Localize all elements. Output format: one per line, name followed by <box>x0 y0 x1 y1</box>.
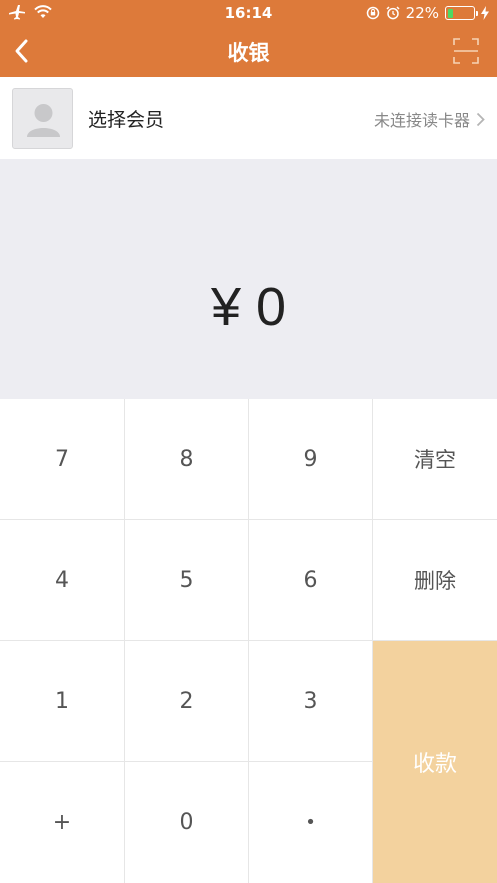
chevron-right-icon <box>476 112 485 126</box>
key-1[interactable]: 1 <box>0 641 125 762</box>
alarm-icon <box>386 6 400 20</box>
status-bar: 16:14 22% <box>0 0 497 26</box>
key-8[interactable]: 8 <box>125 399 249 520</box>
charging-bolt-icon <box>481 6 489 20</box>
collect-payment-button[interactable]: 收款 <box>373 641 497 883</box>
battery-percent: 22% <box>405 4 439 22</box>
key-7[interactable]: 7 <box>0 399 125 520</box>
select-member-label: 选择会员 <box>88 109 165 131</box>
key-9[interactable]: 9 <box>249 399 373 520</box>
user-placeholder-icon <box>27 104 60 137</box>
key-6[interactable]: 6 <box>249 520 373 641</box>
page-title: 收银 <box>227 41 270 65</box>
key-plus[interactable]: + <box>0 762 125 883</box>
key-5[interactable]: 5 <box>125 520 249 641</box>
card-reader-status-text: 未连接读卡器 <box>373 111 470 130</box>
amount-value: ¥ 0 <box>210 277 287 337</box>
key-0[interactable]: 0 <box>125 762 249 883</box>
header: 16:14 22% 收银 <box>0 0 497 77</box>
keypad: 7 8 9 清空 4 5 6 删除 1 2 3 + 0 • 收款 <box>0 399 497 883</box>
scan-icon[interactable] <box>453 38 479 64</box>
rotation-lock-icon <box>366 6 379 20</box>
battery-icon <box>445 6 478 20</box>
key-4[interactable]: 4 <box>0 520 125 641</box>
clear-button[interactable]: 清空 <box>373 399 497 520</box>
card-reader-status[interactable]: 未连接读卡器 <box>374 107 485 131</box>
delete-button[interactable]: 删除 <box>373 520 497 641</box>
select-member-row[interactable]: 选择会员 未连接读卡器 <box>0 77 497 159</box>
amount-display-area: ¥ 0 <box>0 159 497 399</box>
key-2[interactable]: 2 <box>125 641 249 762</box>
nav-bar: 收银 <box>0 26 497 77</box>
avatar <box>12 88 73 149</box>
key-3[interactable]: 3 <box>249 641 373 762</box>
key-dot[interactable]: • <box>249 762 373 883</box>
